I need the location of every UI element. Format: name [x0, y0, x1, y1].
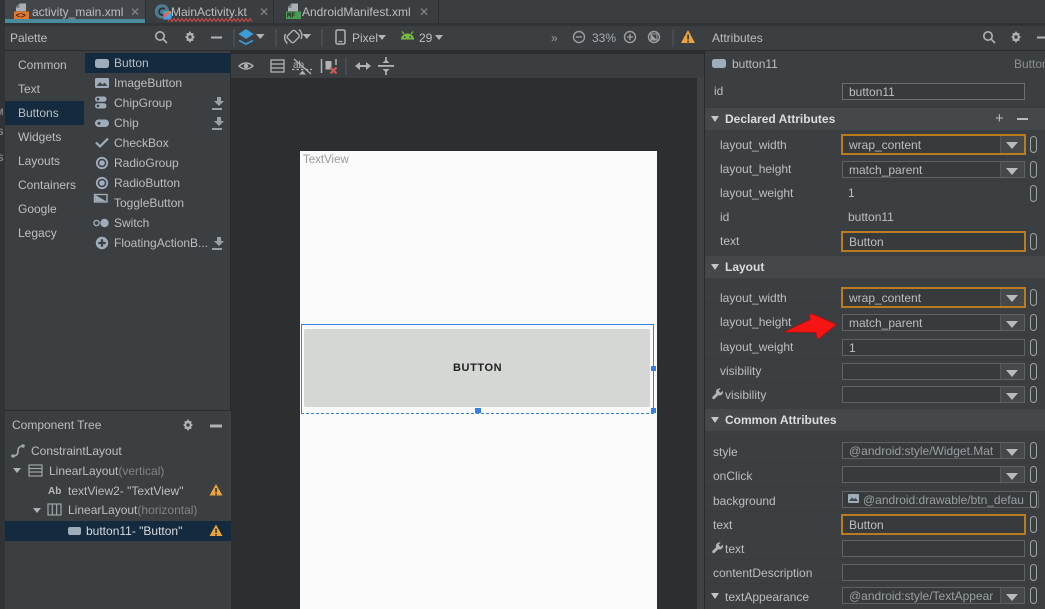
- svg-text:Ab: Ab: [48, 486, 61, 497]
- svg-text:M: M: [0, 107, 4, 117]
- svg-text:S: S: [0, 127, 4, 137]
- svg-text:MF: MF: [287, 13, 295, 21]
- svg-text:<>: <>: [16, 11, 26, 21]
- svg-text:S: S: [0, 153, 4, 163]
